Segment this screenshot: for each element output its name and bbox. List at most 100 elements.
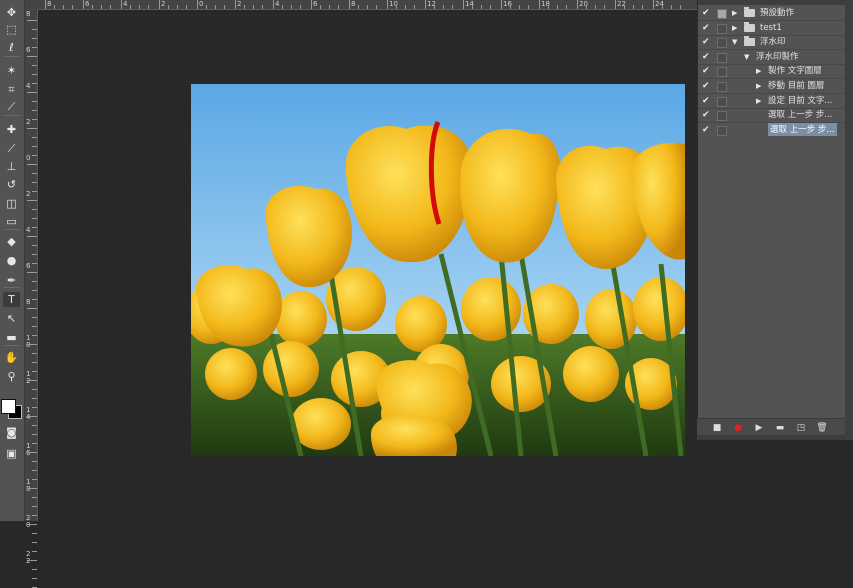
dialog-toggle-icon[interactable] [717,67,727,78]
toggle-check-icon[interactable]: ✔ [702,50,712,64]
dialog-toggle-icon[interactable] [717,38,727,49]
action-label: 預設動作 [760,8,795,18]
history-brush-tool-icon[interactable]: ↺ [3,177,20,192]
zoom-tool-icon[interactable]: ⚲ [3,369,20,384]
dialog-toggle-icon[interactable] [717,125,727,136]
action-row[interactable]: ✔ ▶ 預設動作 [698,6,846,21]
ruler-tick [32,83,37,84]
action-row[interactable]: ✔ ▼ 浮水印製作 [698,50,846,65]
healing-brush-tool-icon[interactable]: ✚ [3,122,20,137]
marquee-tool-icon[interactable]: ⬚ [3,22,20,37]
ruler-tick [32,470,37,471]
collapsed-triangle-icon[interactable]: ▶ [756,94,761,108]
ruler-tick [235,0,236,9]
ruler-tick [32,182,37,183]
panel-resize-grip[interactable] [697,435,845,440]
ruler-tick [244,5,245,9]
collapsed-triangle-icon[interactable]: ▶ [732,6,737,20]
ruler-tick [32,533,37,534]
toggle-check-icon[interactable]: ✔ [702,94,712,108]
panel-scrollbar[interactable] [845,0,853,440]
ruler-label: 1 2 [26,370,31,385]
stop-button[interactable]: ■ [710,419,724,436]
lasso-tool-icon[interactable]: ℓ [3,40,20,55]
quick-mask-icon[interactable]: ◙ [3,425,20,440]
action-row[interactable]: ✔ ▶ 設定 目前 文字... [698,94,846,109]
toggle-check-icon[interactable]: ✔ [702,35,712,49]
toggle-check-icon[interactable]: ✔ [702,21,712,35]
collapsed-triangle-icon[interactable]: ▶ [756,64,761,78]
type-tool-icon[interactable]: T [3,292,20,307]
dodge-tool-icon[interactable]: ● [3,253,20,268]
crop-tool-icon[interactable]: ⌗ [3,82,20,97]
collapsed-triangle-icon[interactable]: ▶ [732,21,737,35]
ruler-tick [27,92,37,93]
ruler-tick [32,398,37,399]
ruler-tick [32,146,37,147]
expanded-triangle-icon[interactable]: ▼ [732,35,737,49]
dialog-toggle-icon[interactable] [717,23,727,34]
dialog-toggle-icon[interactable] [717,9,727,19]
record-button[interactable]: ● [731,419,745,436]
ruler-tick [501,0,502,9]
ruler-tick [27,164,37,165]
ruler-tick [633,5,634,9]
eyedropper-tool-icon[interactable]: ⟋ [3,99,20,114]
action-row[interactable]: ✔ ▼ 浮水印 [698,35,846,51]
ruler-label: 2 [26,190,31,198]
ruler-tick [121,0,122,9]
tools-panel: ✥ ⬚ ℓ ✶ ⌗ ⟋ ✚ ⟋ ⊥ ↺ ◫ ▭ ◆ ● ✒ T ↖ ▬ ✋ ⚲ ◙ ▣ [0,0,25,521]
action-row[interactable]: ✔ ▶ 製作 文字圖層 [698,64,846,80]
collapsed-triangle-icon[interactable]: ▶ [756,79,761,93]
dialog-toggle-icon[interactable] [717,82,727,92]
ruler-label: 6 [313,0,318,8]
delete-button[interactable]: 🗑 [815,419,829,436]
new-set-button[interactable]: ▬ [773,419,787,436]
document-canvas[interactable] [191,84,685,456]
ruler-label: 4 [26,226,31,234]
hand-tool-icon[interactable]: ✋ [3,350,20,365]
tulip-photo [191,84,685,456]
toolbar-separator [4,229,20,230]
ruler-label: 2 2 [26,550,31,565]
screen-mode-icon[interactable]: ▣ [3,446,20,461]
dialog-toggle-icon[interactable] [717,111,727,122]
action-row[interactable]: ✔ ▶ 移動 目前 圖層 [698,79,846,94]
ruler-tick [92,5,93,9]
background-color-swatch[interactable] [1,399,16,414]
action-row[interactable]: ✔ 選取 上一步 步... [698,108,846,124]
brush-tool-icon[interactable]: ⟋ [3,141,20,156]
ruler-tick [27,452,37,453]
ruler-tick [32,425,37,426]
shape-tool-icon[interactable]: ▬ [3,330,20,345]
ruler-tick [405,5,406,9]
ruler-tick [671,5,672,9]
gradient-tool-icon[interactable]: ▭ [3,214,20,229]
toggle-check-icon[interactable]: ✔ [702,79,712,93]
clone-stamp-tool-icon[interactable]: ⊥ [3,159,20,174]
eraser-tool-icon[interactable]: ◫ [3,196,20,211]
dialog-toggle-icon[interactable] [717,52,727,63]
expanded-triangle-icon[interactable]: ▼ [744,50,749,64]
play-button[interactable]: ▶ [752,419,766,436]
ruler-tick [215,5,216,9]
ruler-tick [414,5,415,9]
path-selection-tool-icon[interactable]: ↖ [3,311,20,326]
toggle-check-icon[interactable]: ✔ [702,64,712,78]
action-row[interactable]: ✔ ▶ test1 [698,21,846,36]
dialog-toggle-icon[interactable] [717,96,727,107]
ruler-tick [177,5,178,9]
blur-tool-icon[interactable]: ◆ [3,234,20,249]
pen-tool-icon[interactable]: ✒ [3,273,20,288]
ruler-tick [32,254,37,255]
toggle-check-icon[interactable]: ✔ [702,6,712,20]
ruler-tick [653,0,654,9]
new-action-button[interactable]: ◳ [794,419,808,436]
magic-wand-tool-icon[interactable]: ✶ [3,63,20,78]
toggle-check-icon[interactable]: ✔ [702,123,712,137]
ruler-tick [528,5,529,9]
move-tool-icon[interactable]: ✥ [3,5,20,20]
ruler-tick [27,20,37,21]
toggle-check-icon[interactable]: ✔ [702,108,712,122]
actions-panel: ✔ ▶ 預設動作 ✔ ▶ test1 ✔ ▼ 浮水印 ✔ ▼ 浮水印製作 ✔ ▶ 製作 文字圖層 ✔ ▶ 移動 目… [697,0,846,440]
